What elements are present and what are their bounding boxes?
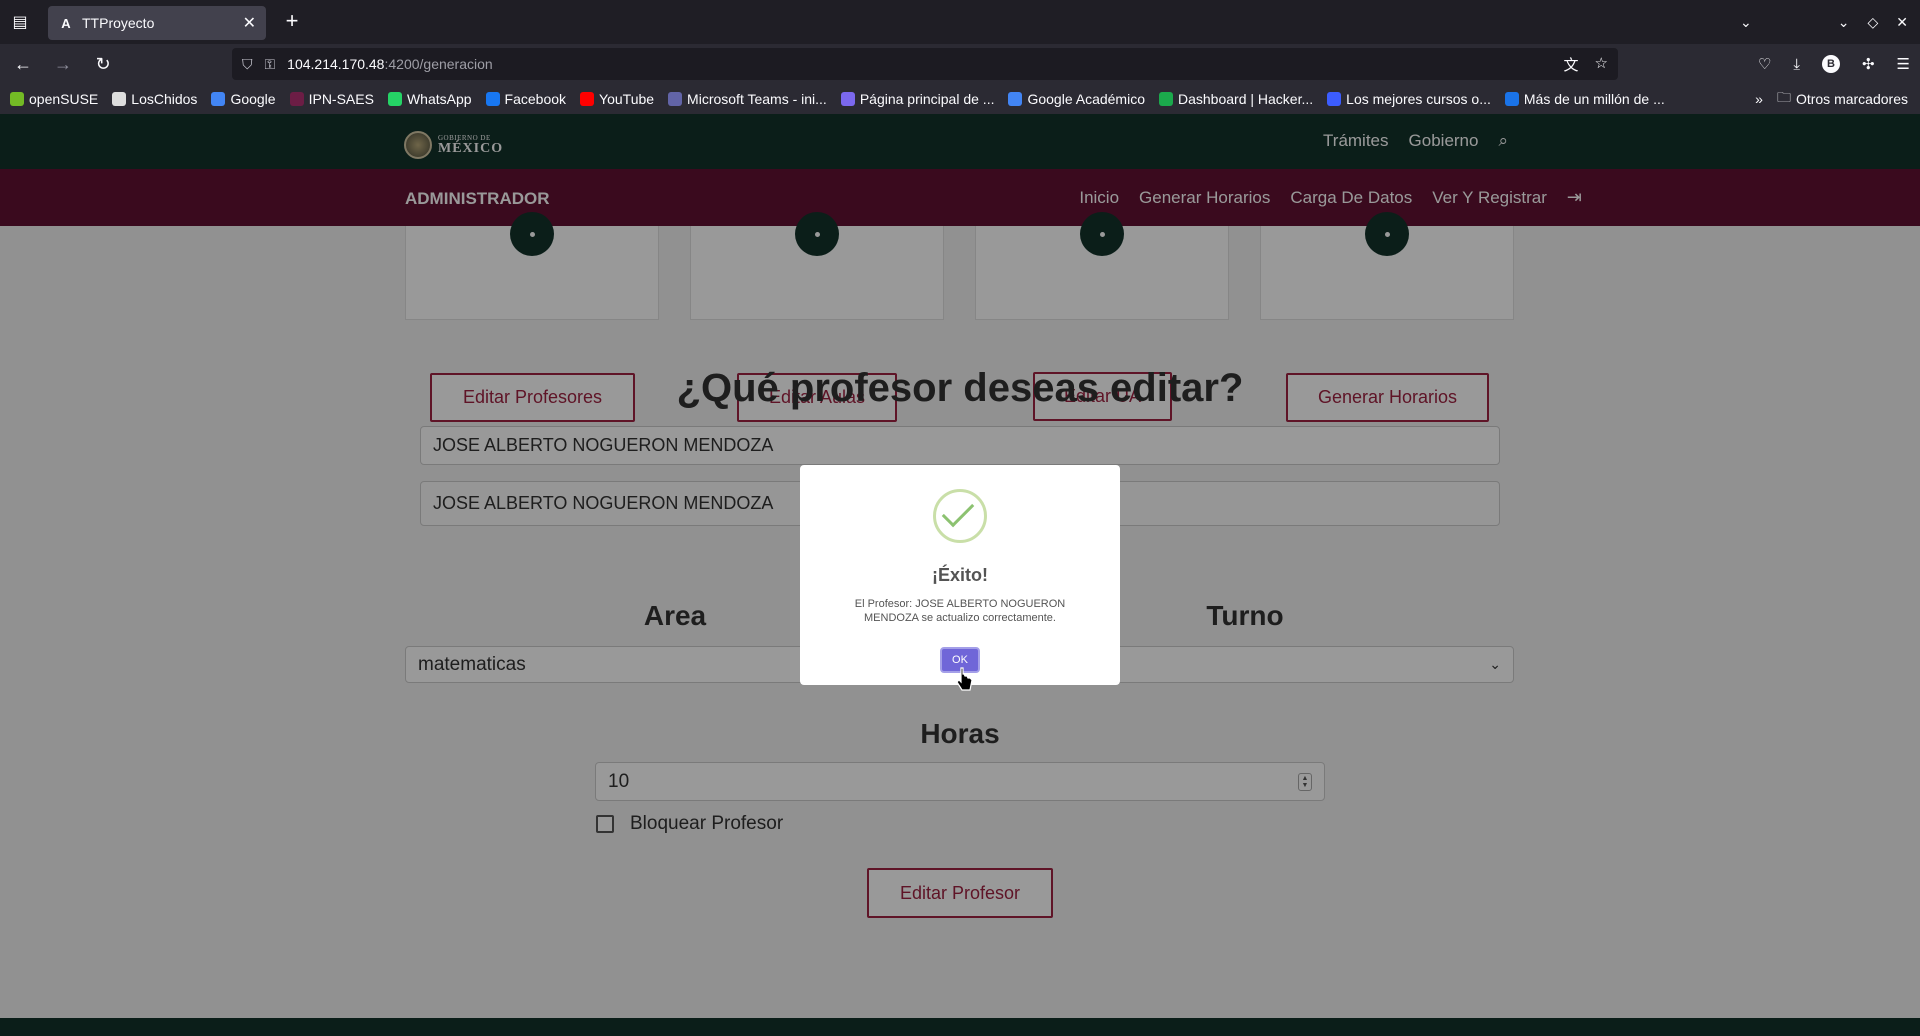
youtube-icon — [580, 92, 595, 106]
google-icon — [211, 92, 226, 106]
bookmark-item[interactable]: Google Académico — [1008, 91, 1145, 107]
back-icon[interactable]: ← — [6, 48, 40, 80]
url-path: :4200/generacion — [384, 56, 493, 72]
bookmark-label: Google Académico — [1027, 91, 1145, 107]
mouse-cursor-icon — [956, 667, 973, 691]
ipn-icon — [289, 92, 304, 106]
tab-close-icon[interactable]: ✕ — [243, 13, 256, 33]
url-host: 104.214.170.48 — [287, 56, 385, 72]
tab-list-icon[interactable]: ▤ — [0, 0, 40, 44]
new-tab-icon[interactable]: + — [280, 10, 304, 34]
page-content: GOBIERNO DE MÉXICO Trámites Gobierno ⌕ A… — [0, 114, 1920, 1036]
browser-tab[interactable]: A TTProyecto ✕ — [48, 6, 266, 40]
bookmark-star-icon[interactable]: ☆ — [1595, 54, 1608, 75]
scholar-icon — [1008, 92, 1023, 106]
facebook-icon — [485, 92, 500, 106]
page-icon — [840, 92, 855, 106]
window-controls: ⌄ ⌄ ◇ ✕ — [1740, 0, 1920, 44]
restore-icon[interactable]: ◇ — [1867, 14, 1878, 31]
bookmark-label: IPN-SAES — [308, 91, 374, 107]
bookmark-label: LosChidos — [131, 91, 198, 107]
bookmark-label: WhatsApp — [406, 91, 472, 107]
teams-icon — [668, 92, 683, 106]
folder-icon: 🗀 — [1776, 89, 1791, 105]
whatsapp-icon — [387, 92, 402, 106]
bookmark-label: YouTube — [599, 91, 655, 107]
bookmark-item[interactable]: WhatsApp — [387, 91, 472, 107]
dialog-message: El Profesor: JOSE ALBERTO NOGUERON MENDO… — [854, 598, 1066, 624]
menu-icon[interactable]: ☰ — [1897, 55, 1910, 73]
bookmark-item[interactable]: IPN-SAES — [289, 91, 374, 107]
shield-icon[interactable]: ⛉ — [242, 56, 253, 73]
bookmark-label: Página principal de ... — [859, 91, 995, 107]
bookmark-label: Más de un millón de ... — [1523, 91, 1665, 107]
bookmark-item[interactable]: Facebook — [485, 91, 567, 107]
bookmark-label: Los mejores cursos o... — [1346, 91, 1491, 107]
bookmarks-chevron-icon[interactable]: » — [1755, 91, 1763, 107]
bookmark-item[interactable]: Los mejores cursos o... — [1327, 91, 1491, 107]
bookmark-label: Google — [230, 91, 276, 107]
bookmark-label: Microsoft Teams - ini... — [687, 91, 827, 107]
dialog-title: ¡Éxito! — [932, 565, 988, 585]
downloads-icon[interactable]: ⤓ — [1793, 56, 1800, 73]
account-avatar[interactable]: B — [1821, 55, 1840, 73]
bookmark-label: Dashboard | Hacker... — [1178, 91, 1314, 107]
lock-icon[interactable]: ⚿ — [265, 56, 276, 73]
bookmark-item[interactable]: openSUSE — [10, 91, 98, 107]
bookmark-item[interactable]: Página principal de ... — [840, 91, 995, 107]
tab-favicon-icon: A — [61, 15, 71, 31]
bookmark-item[interactable]: Microsoft Teams - ini... — [668, 91, 827, 107]
bookmark-item[interactable]: LosChidos — [112, 91, 197, 107]
bookmarks-overflow: » 🗀 Otros marcadores — [1747, 84, 1908, 114]
close-window-icon[interactable]: ✕ — [1896, 14, 1908, 31]
bookmarks-bar: openSUSE LosChidos Google IPN-SAES WhatsApp F… — [0, 84, 1920, 114]
success-dialog: ¡Éxito! El Profesor: JOSE ALBERTO NOGUER… — [800, 465, 1120, 685]
bookmark-label: Facebook — [504, 91, 567, 107]
other-bookmarks-label: Otros marcadores — [1795, 91, 1908, 107]
reload-icon[interactable]: ↻ — [86, 48, 120, 80]
forward-icon[interactable]: → — [46, 48, 80, 80]
github-icon — [112, 92, 127, 106]
other-bookmarks[interactable]: 🗀 Otros marcadores — [1777, 87, 1908, 111]
bookmark-item[interactable]: Más de un millón de ... — [1504, 91, 1665, 107]
translate-icon[interactable]: 文 — [1564, 54, 1579, 75]
success-check-icon — [933, 489, 987, 543]
pocket-icon[interactable]: ♡ — [1758, 55, 1771, 73]
browser-navbar: ← → ↻ ⛉ ⚿ 104.214.170.48 :4200/generacio… — [0, 44, 1920, 84]
tab-title: TTProyecto — [82, 15, 155, 31]
minimize-icon[interactable]: ⌄ — [1838, 14, 1850, 31]
bookmark-label: openSUSE — [29, 91, 99, 107]
bookmark-item[interactable]: Google — [211, 91, 276, 107]
opensuse-icon — [10, 92, 24, 106]
toolbar-right: ♡ ⤓ B ✣ ☰ — [1758, 48, 1910, 80]
courses-icon — [1327, 92, 1342, 106]
bookmark-item[interactable]: Dashboard | Hacker... — [1159, 91, 1313, 107]
browser-tabstrip: ▤ A TTProyecto ✕ + ⌄ ⌄ ◇ ✕ — [0, 0, 1920, 44]
hackerrank-icon — [1159, 92, 1173, 106]
million-icon — [1504, 92, 1519, 106]
tab-overflow-icon[interactable]: ⌄ — [1740, 14, 1752, 31]
extensions-icon[interactable]: ✣ — [1862, 55, 1875, 73]
bookmark-item[interactable]: YouTube — [580, 91, 654, 107]
url-bar[interactable]: ⛉ ⚿ 104.214.170.48 :4200/generacion 文 ☆ — [232, 48, 1618, 80]
